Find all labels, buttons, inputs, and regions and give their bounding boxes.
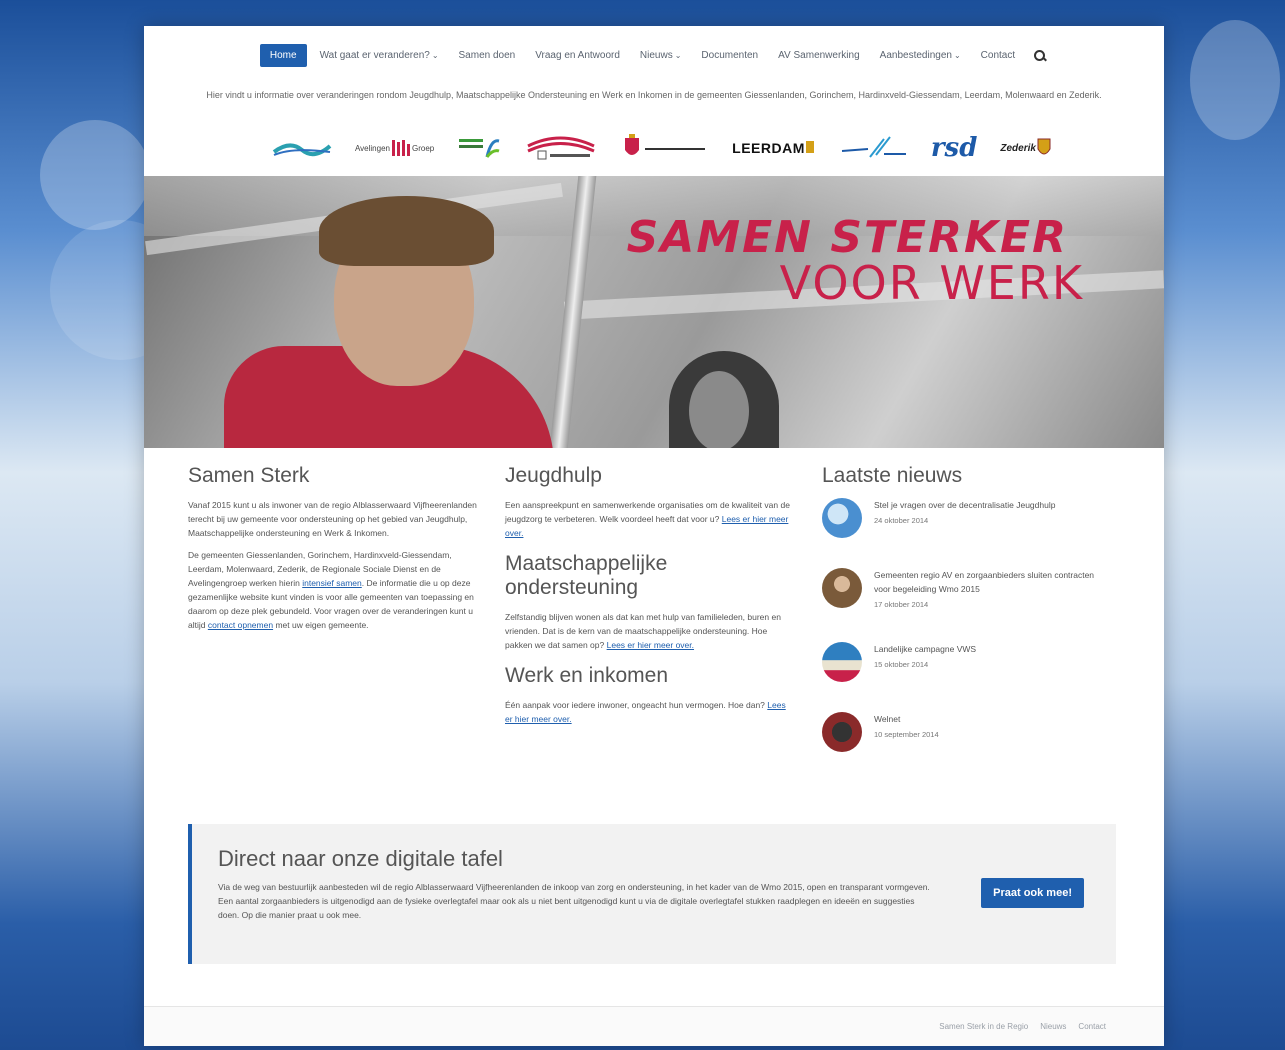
wave-logo-icon [272,143,332,157]
background-bokeh [40,120,150,230]
nav-label: Wat gaat er veranderen? [319,50,430,61]
nav-item-samen-doen[interactable]: Samen doen [452,45,523,66]
news-thumbnail [822,712,862,752]
chevron-down-icon: ⌄ [431,51,439,60]
speech-bubble-icon [822,498,862,538]
crest-icon [805,141,814,153]
section-title: Samen Sterk [188,464,310,487]
column-laatste-nieuws: Laatste nieuws Stel je vragen over de de… [822,464,1112,782]
news-title[interactable]: Gemeenten regio AV en zorgaanbieders slu… [874,568,1112,596]
news-thumbnail [822,568,862,608]
paragraph: Zelfstandig blijven wonen als dat kan me… [505,610,795,652]
news-body: Landelijke campagne VWS 15 oktober 2014 [874,642,976,682]
news-item[interactable]: Landelijke campagne VWS 15 oktober 2014 [822,642,1112,682]
logo-giessenlanden[interactable] [272,133,332,163]
hero-person [204,196,554,448]
logo-molenwaard[interactable] [838,133,908,163]
logo-avelingen-groep[interactable]: Avelingen Groep [355,133,434,163]
text: met uw eigen gemeente. [275,620,369,630]
nav-item-home[interactable]: Home [259,44,307,67]
news-title[interactable]: Stel je vragen over de decentralisatie J… [874,498,1055,512]
news-thumbnail [822,642,862,682]
news-date: 24 oktober 2014 [874,516,929,525]
news-item[interactable]: Welnet 10 september 2014 [822,712,1112,752]
web-page: Home Wat gaat er veranderen? ⌄ Samen doen… [144,26,1164,1046]
callout-text: Via de weg van bestuurlijk aanbesteden w… [218,882,930,920]
section-title-jeugdhulp: Jeugdhulp [505,464,602,487]
paragraph: Een aanspreekpunt en samenwerkende organ… [505,498,795,540]
column-themes: Jeugdhulp Een aanspreekpunt en samenwerk… [505,464,795,734]
digitale-tafel-callout: Direct naar onze digitale tafel Via de w… [188,824,1116,964]
search-icon[interactable] [1032,48,1048,64]
chevron-down-icon: ⌄ [674,51,682,60]
link-intensief-samen[interactable]: intensief samen [302,578,362,588]
logo-hardinxveld[interactable] [619,133,709,163]
hero-banner: SAMEN STERKER VOOR WERK [144,176,1164,448]
partner-logos: Avelingen Groep LEERDAM rsd Zederik [272,130,1052,166]
logo-zederik[interactable]: Zederik [1000,133,1052,163]
section-title-maatschappelijke-ondersteuning: Maatschappelijke ondersteuning [505,552,668,599]
main-nav: Home Wat gaat er veranderen? ⌄ Samen doen… [144,44,1164,67]
link-mo-lees-meer[interactable]: Lees er hier meer over. [607,640,694,650]
hero-face-background [689,371,749,448]
nav-label: Nieuws [639,50,673,61]
nav-item-contact[interactable]: Contact [974,45,1022,66]
hero-subtitle: VOOR WERK [779,256,1084,310]
nav-item-aanbestedingen[interactable]: Aanbestedingen ⌄ [873,45,968,66]
callout-title: Direct naar onze digitale tafel [218,846,503,871]
nav-item-documenten[interactable]: Documenten [694,45,765,66]
logo-leerdam[interactable]: LEERDAM [732,133,815,163]
news-date: 17 oktober 2014 [874,600,929,609]
chevron-down-icon: ⌄ [953,51,961,60]
news-body: Stel je vragen over de decentralisatie J… [874,498,1055,538]
logo-text: Avelingen [354,143,390,153]
nav-item-nieuws[interactable]: Nieuws ⌄ [633,45,689,66]
section-title-werk-en-inkomen: Werk en inkomen [505,664,669,687]
logo-text: LEERDAM [732,140,805,156]
logo-text: Groep [411,143,435,153]
praat-ook-mee-button[interactable]: Praat ook mee! [981,878,1084,908]
footer-link-nieuws[interactable]: Nieuws [1040,1022,1066,1031]
crest-icon [1037,138,1051,155]
footer-link-home[interactable]: Samen Sterk in de Regio [939,1022,1028,1031]
paragraph: Vanaf 2015 kunt u als inwoner van de reg… [188,500,477,538]
logo-gorinchem[interactable] [524,133,596,163]
footer: Samen Sterk in de Regio Nieuws Contact [144,1006,1164,1046]
nav-item-wat-gaat-er-veranderen[interactable]: Wat gaat er veranderen? ⌄ [313,45,446,66]
nav-item-av-samenwerking[interactable]: AV Samenwerking [771,45,867,66]
section-title: Laatste nieuws [822,464,963,487]
news-title[interactable]: Landelijke campagne VWS [874,642,976,656]
news-item[interactable]: Gemeenten regio AV en zorgaanbieders slu… [822,568,1112,612]
news-body: Welnet 10 september 2014 [874,712,939,752]
swoosh-logo-icon [841,136,906,158]
news-date: 15 oktober 2014 [874,660,929,669]
bars-logo-icon [391,140,410,156]
arc-logo-icon [527,136,595,160]
news-title[interactable]: Welnet [874,712,939,726]
news-date: 10 september 2014 [874,730,939,739]
background-bokeh [1190,20,1280,140]
column-samen-sterk: Samen Sterk Vanaf 2015 kunt u als inwone… [188,464,478,640]
text: Één aanpak voor iedere inwoner, ongeacht… [505,700,765,710]
logo-giessenlanden-2[interactable] [457,133,501,163]
hero-hair [319,196,494,266]
crest-logo-icon [625,134,706,155]
leaf-logo-icon [459,139,500,158]
nav-item-vraag-en-antwoord[interactable]: Vraag en Antwoord [528,45,627,66]
link-contact-opnemen[interactable]: contact opnemen [208,620,273,630]
nav-label: Aanbestedingen [879,50,952,61]
logo-text: Zederik [1000,142,1036,154]
paragraph: Één aanpak voor iedere inwoner, ongeacht… [505,698,795,726]
footer-link-contact[interactable]: Contact [1078,1022,1106,1031]
paragraph: De gemeenten Giessenlanden, Gorinchem, H… [188,548,478,632]
logo-rsd[interactable]: rsd [931,133,978,163]
news-body: Gemeenten regio AV en zorgaanbieders slu… [874,568,1112,612]
news-item[interactable]: Stel je vragen over de decentralisatie J… [822,498,1112,538]
intro-text: Hier vindt u informatie over verandering… [206,90,1102,100]
